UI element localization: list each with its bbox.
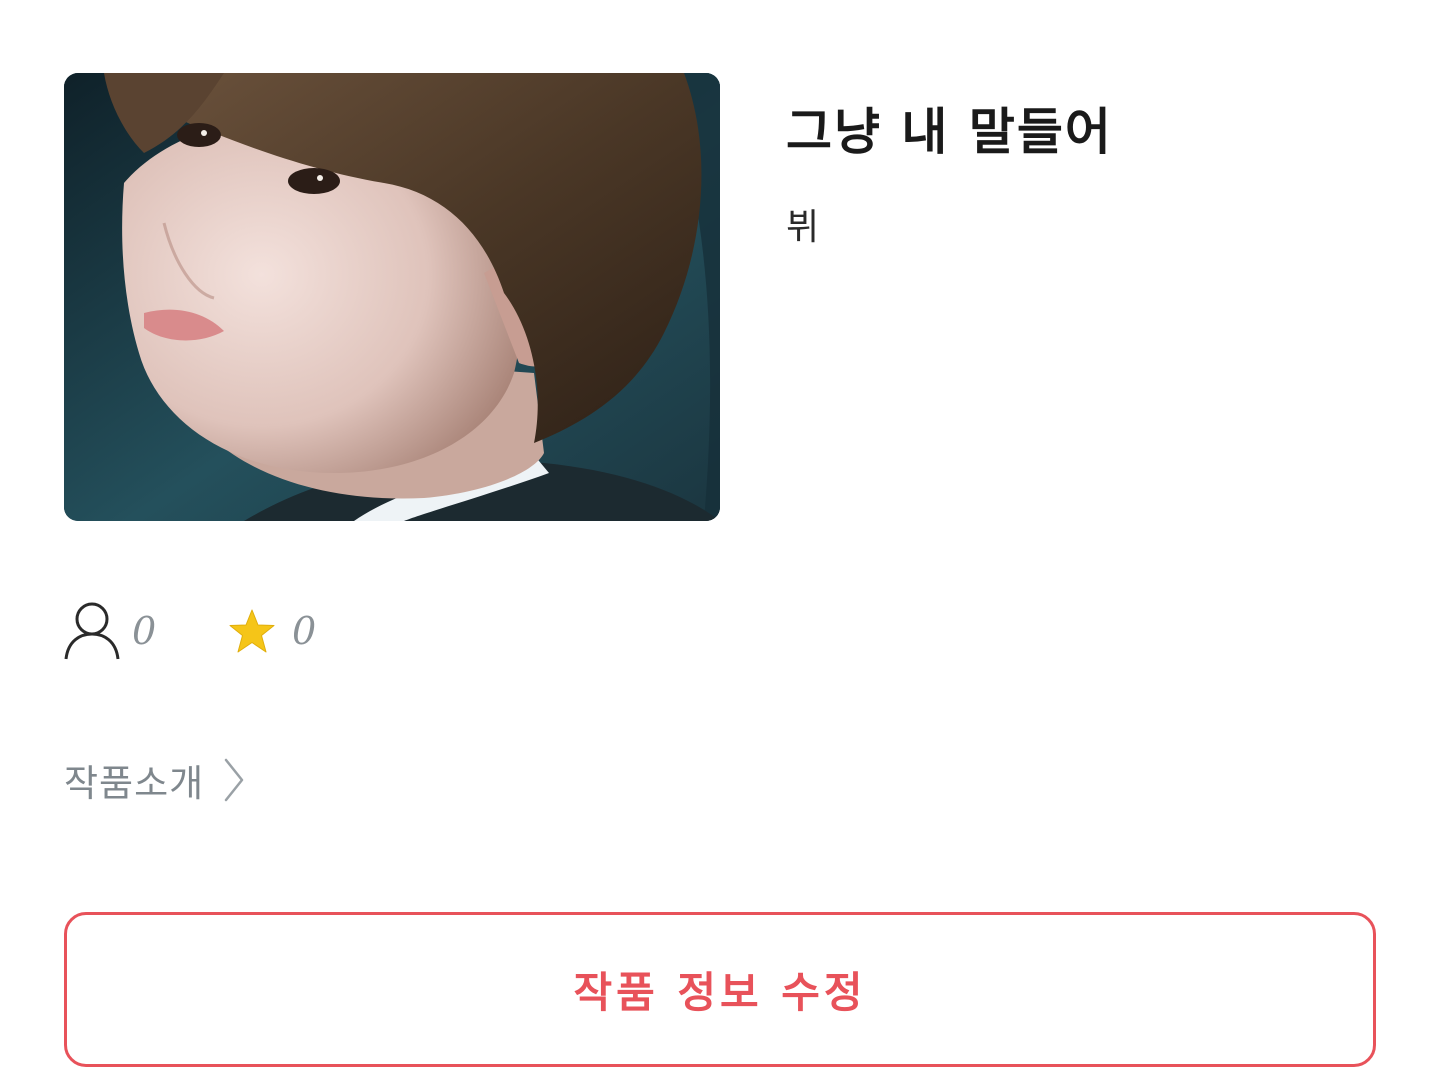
star-icon bbox=[229, 609, 275, 653]
author-name: 뷔 bbox=[786, 207, 820, 248]
views-count: 0 bbox=[132, 609, 157, 653]
cover-image bbox=[64, 73, 720, 521]
cover-photo bbox=[64, 73, 720, 521]
work-title: 그냥 내 말들어 bbox=[786, 103, 1113, 161]
edit-work-info-label: 작품 정보 수정 bbox=[573, 968, 867, 1017]
stats-row: 0 0 bbox=[64, 600, 316, 662]
edit-work-info-button[interactable]: 작품 정보 수정 bbox=[64, 912, 1376, 1067]
work-intro-label: 작품소개 bbox=[64, 762, 205, 805]
stars-stat: 0 bbox=[228, 608, 316, 654]
work-intro-link[interactable]: 작품소개 bbox=[64, 752, 244, 808]
chevron-right-icon bbox=[224, 758, 244, 802]
person-icon bbox=[64, 602, 120, 660]
stars-count: 0 bbox=[292, 609, 317, 653]
views-stat: 0 bbox=[64, 601, 228, 661]
